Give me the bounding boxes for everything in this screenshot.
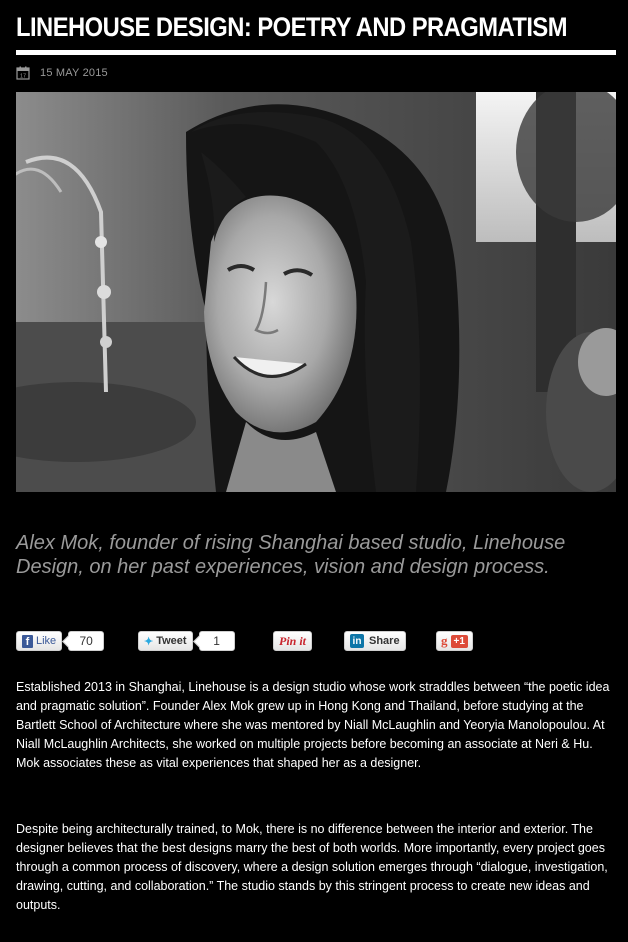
twitter-share: ✦ Tweet 1 xyxy=(138,630,235,652)
facebook-like-button[interactable]: f Like xyxy=(16,631,63,651)
facebook-like-count: 70 xyxy=(68,631,105,651)
google-plus-one-button[interactable]: g +1 xyxy=(436,631,473,651)
title-divider xyxy=(16,50,616,55)
portrait-photo xyxy=(16,92,616,492)
article-paragraph-2: Despite being architecturally trained, t… xyxy=(16,822,608,912)
article-title: LINEHOUSE DESIGN: POETRY AND PRAGMATISM xyxy=(16,12,568,42)
linkedin-share-label: Share xyxy=(369,635,400,647)
facebook-share: f Like 70 xyxy=(16,630,105,652)
article-date: 15 MAY 2015 xyxy=(40,67,108,79)
linkedin-share: in Share xyxy=(344,630,406,652)
tweet-button[interactable]: ✦ Tweet xyxy=(138,631,193,651)
plus-one-label: +1 xyxy=(450,634,468,648)
article-paragraph-1: Established 2013 in Shanghai, Linehouse … xyxy=(16,680,610,770)
tweet-label: Tweet xyxy=(156,635,187,647)
social-share-bar: f Like 70 ✦ Tweet 1 Pin it in Share g +1 xyxy=(16,630,616,654)
twitter-bird-icon: ✦ xyxy=(144,635,154,648)
linkedin-share-button[interactable]: in Share xyxy=(344,631,406,651)
article-date-row: 17 15 MAY 2015 xyxy=(16,65,108,81)
linkedin-icon: in xyxy=(350,634,364,648)
google-plus-icon: g xyxy=(441,633,448,648)
facebook-like-label: Like xyxy=(36,635,57,647)
tweet-count: 1 xyxy=(198,631,235,651)
pin-it-button[interactable]: Pin it xyxy=(273,631,313,651)
googleplus-share: g +1 xyxy=(436,630,473,652)
pin-it-label: Pin it xyxy=(279,633,307,648)
svg-text:17: 17 xyxy=(20,74,26,80)
facebook-icon: f xyxy=(22,634,33,648)
calendar-icon: 17 xyxy=(16,66,30,80)
article-subtitle: Alex Mok, founder of rising Shanghai bas… xyxy=(16,532,566,578)
pinterest-share: Pin it xyxy=(273,630,313,652)
